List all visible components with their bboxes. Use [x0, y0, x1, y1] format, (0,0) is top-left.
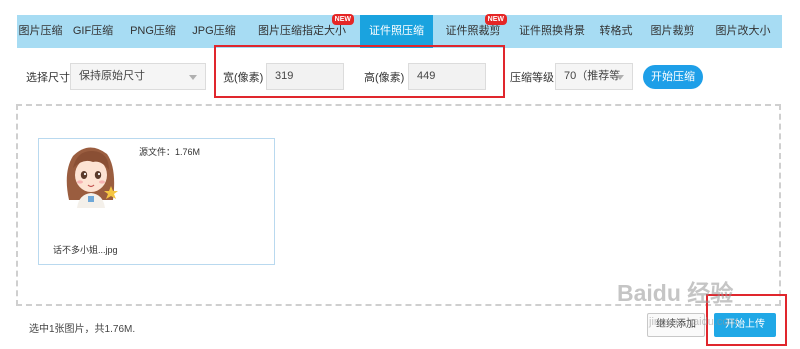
size-select[interactable]: 保持原始尺寸 [70, 63, 206, 90]
size-select-value: 保持原始尺寸 [79, 70, 145, 82]
level-select-value: 70（推荐等 [564, 70, 621, 82]
tab-label: 证件照裁剪 [445, 25, 501, 37]
tab-label: JPG压缩 [192, 25, 236, 37]
source-file-size: 源文件：1.76M [139, 147, 201, 157]
tab-label: 证件照换背景 [519, 25, 585, 37]
chevron-down-icon [616, 75, 624, 80]
tab-jpg-compress[interactable]: JPG压缩 [184, 15, 244, 48]
tab-image-crop[interactable]: 图片裁剪 [641, 15, 704, 48]
tab-image-resize[interactable]: 图片改大小 [704, 15, 782, 48]
file-name: 话不多小姐...jpg [53, 245, 118, 255]
tab-compress-to-size[interactable]: 图片压缩指定大小 NEW [244, 14, 360, 48]
tab-label: 图片压缩 [18, 25, 63, 37]
level-select[interactable]: 70（推荐等 [555, 63, 633, 90]
tab-image-compress[interactable]: 图片压缩 [17, 15, 64, 48]
height-input[interactable]: 449 [408, 63, 486, 90]
tab-label: 图片裁剪 [650, 25, 695, 37]
tool-tab-bar: 图片压缩 GIF压缩 PNG压缩 JPG压缩 图片压缩指定大小 NEW 证件照压缩… [17, 14, 782, 48]
width-label: 宽(像素) [223, 72, 264, 84]
new-badge: NEW [484, 14, 507, 25]
avatar-thumbnail [55, 142, 125, 208]
tab-label: 图片改大小 [715, 25, 771, 37]
tab-id-photo-compress[interactable]: 证件照压缩 [360, 15, 433, 48]
start-compress-button[interactable]: 开始压缩 [643, 65, 703, 89]
height-label: 高(像素) [364, 72, 405, 84]
tab-label: 图片压缩指定大小 [258, 25, 346, 37]
selection-summary: 选中1张图片，共1.76M. [29, 324, 136, 335]
tab-id-photo-background[interactable]: 证件照换背景 [513, 15, 591, 48]
width-input[interactable]: 319 [266, 63, 344, 90]
file-card: 源文件：1.76M 话不多小姐...jpg [38, 138, 275, 265]
tab-gif-compress[interactable]: GIF压缩 [64, 15, 122, 48]
chevron-down-icon [189, 75, 197, 80]
new-badge: NEW [331, 14, 354, 25]
tab-convert-format[interactable]: 转格式 [591, 15, 641, 48]
size-label: 选择尺寸 [26, 72, 70, 84]
level-label: 压缩等级 [510, 72, 554, 84]
tab-png-compress[interactable]: PNG压缩 [122, 15, 184, 48]
tab-id-photo-crop[interactable]: 证件照裁剪 NEW [433, 14, 513, 48]
watermark-logo: Baidu 经验 [617, 280, 734, 306]
tab-label: 转格式 [599, 25, 633, 37]
tab-label: PNG压缩 [130, 25, 176, 37]
watermark-url: jingyan.baidu.com [649, 316, 738, 328]
tab-label: 证件照压缩 [369, 25, 424, 37]
tab-label: GIF压缩 [72, 25, 114, 37]
